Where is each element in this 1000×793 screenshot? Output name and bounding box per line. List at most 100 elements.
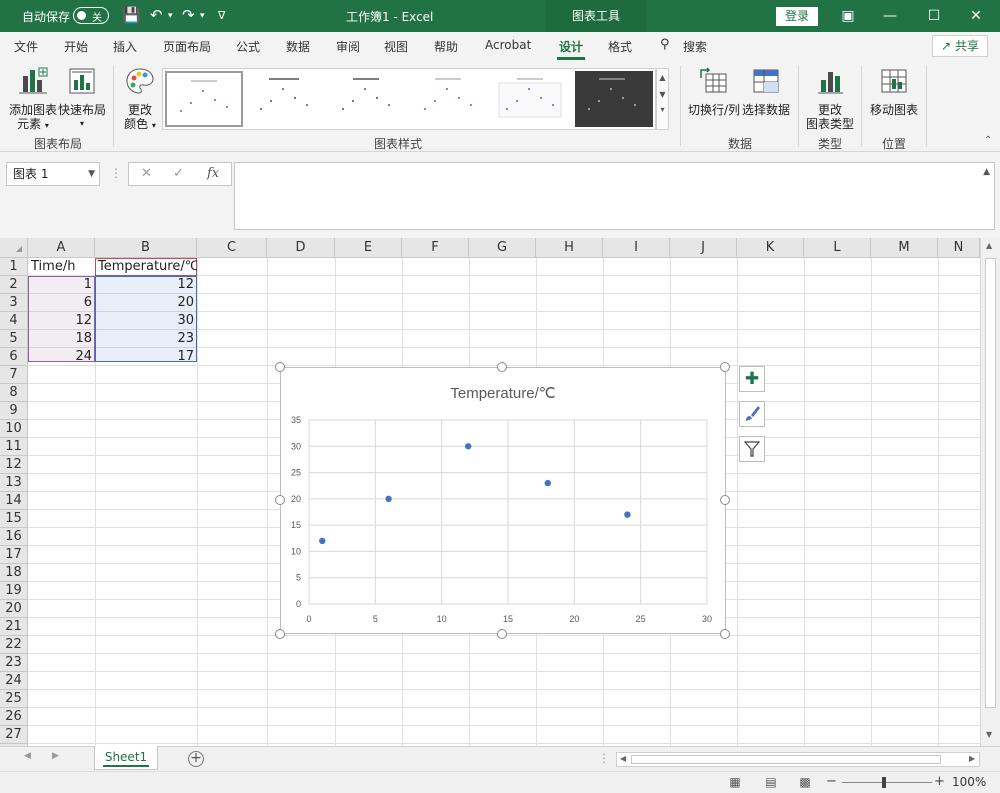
- row-header[interactable]: 15: [0, 510, 28, 528]
- ribbon-display-icon[interactable]: ▣: [836, 4, 860, 28]
- column-header[interactable]: E: [335, 238, 402, 258]
- row-header[interactable]: 7: [0, 366, 28, 384]
- tab-review[interactable]: 审阅: [336, 38, 360, 55]
- column-header[interactable]: D: [267, 238, 335, 258]
- chart-style-thumb[interactable]: [575, 71, 653, 127]
- row-header[interactable]: 1: [0, 258, 28, 276]
- formula-input[interactable]: ▲: [234, 162, 995, 230]
- column-header[interactable]: K: [737, 238, 804, 258]
- cell-b4[interactable]: 30: [95, 312, 197, 330]
- change-chart-type-button[interactable]: 更改 图表类型: [804, 66, 856, 131]
- row-header[interactable]: 18: [0, 564, 28, 582]
- row-header[interactable]: 27: [0, 726, 28, 744]
- row-header[interactable]: 14: [0, 492, 28, 510]
- page-break-view-icon[interactable]: ▩: [794, 775, 816, 791]
- gallery-down-icon[interactable]: ▼: [657, 90, 668, 99]
- save-icon[interactable]: 💾: [122, 6, 141, 24]
- gallery-more-icon[interactable]: ▾: [657, 105, 668, 114]
- tab-design[interactable]: 设计: [556, 38, 586, 60]
- insert-function-icon[interactable]: fx: [207, 166, 219, 181]
- row-header[interactable]: 13: [0, 474, 28, 492]
- minimize-icon[interactable]: —: [878, 4, 902, 28]
- cell-b1[interactable]: Temperature/℃: [95, 258, 197, 276]
- column-header[interactable]: N: [938, 238, 980, 258]
- redo-icon[interactable]: ↷: [182, 6, 195, 24]
- name-box[interactable]: 图表 1 ▼: [6, 162, 100, 186]
- zoom-slider-knob[interactable]: [882, 777, 886, 788]
- cell-b3[interactable]: 20: [95, 294, 197, 312]
- row-header[interactable]: 4: [0, 312, 28, 330]
- horizontal-scrollbar[interactable]: ◀ ▶: [616, 752, 980, 767]
- tab-data[interactable]: 数据: [286, 38, 310, 55]
- tab-formulas[interactable]: 公式: [236, 38, 260, 55]
- row-header[interactable]: 5: [0, 330, 28, 348]
- row-header[interactable]: 2: [0, 276, 28, 294]
- add-sheet-icon[interactable]: +: [188, 751, 204, 767]
- cell-a4[interactable]: 12: [28, 312, 95, 330]
- chart-filters-button[interactable]: [739, 436, 765, 462]
- select-data-button[interactable]: 选择数据: [741, 66, 791, 117]
- chart-style-thumb[interactable]: [329, 71, 407, 127]
- row-header[interactable]: 11: [0, 438, 28, 456]
- search-icon[interactable]: ⚲: [660, 37, 670, 52]
- tab-file[interactable]: 文件: [14, 38, 38, 55]
- next-sheet-icon[interactable]: ▶: [52, 751, 59, 761]
- move-chart-button[interactable]: 移动图表: [868, 66, 920, 117]
- row-header[interactable]: 6: [0, 348, 28, 366]
- cell-a3[interactable]: 6: [28, 294, 95, 312]
- chart-styles-button[interactable]: [739, 401, 765, 427]
- chart-style-thumb[interactable]: [247, 71, 325, 127]
- add-chart-element-button[interactable]: 添加图表 元素 ▾: [8, 66, 58, 133]
- resize-handle-left[interactable]: [275, 495, 285, 505]
- row-header[interactable]: 23: [0, 654, 28, 672]
- column-header[interactable]: B: [95, 238, 197, 258]
- column-header[interactable]: G: [469, 238, 536, 258]
- row-header[interactable]: 3: [0, 294, 28, 312]
- row-header[interactable]: 8: [0, 384, 28, 402]
- zoom-in-icon[interactable]: +: [934, 774, 945, 789]
- resize-handle-bottom[interactable]: [497, 629, 507, 639]
- customize-qat-icon[interactable]: ∇: [218, 9, 225, 22]
- row-header[interactable]: 17: [0, 546, 28, 564]
- zoom-out-icon[interactable]: −: [826, 774, 837, 789]
- change-colors-button[interactable]: 更改 颜色 ▾: [120, 66, 160, 133]
- cell-b6[interactable]: 17: [95, 348, 197, 366]
- row-header[interactable]: 25: [0, 690, 28, 708]
- expand-formula-icon[interactable]: ▲: [983, 167, 990, 177]
- row-header[interactable]: 19: [0, 582, 28, 600]
- row-header[interactable]: 10: [0, 420, 28, 438]
- scroll-right-icon[interactable]: ▶: [969, 754, 975, 763]
- row-header[interactable]: 16: [0, 528, 28, 546]
- resize-handle-bottom-right[interactable]: [720, 629, 730, 639]
- redo-dropdown-icon[interactable]: ▾: [200, 11, 205, 21]
- cell-a5[interactable]: 18: [28, 330, 95, 348]
- chart-elements-button[interactable]: ✚: [739, 366, 765, 392]
- search-label[interactable]: 搜索: [683, 38, 707, 55]
- vertical-scroll-thumb[interactable]: [985, 258, 996, 708]
- row-header[interactable]: 20: [0, 600, 28, 618]
- resize-handle-top-left[interactable]: [275, 362, 285, 372]
- normal-view-icon[interactable]: ▦: [724, 775, 746, 791]
- cell-a2[interactable]: 1: [28, 276, 95, 294]
- row-header[interactable]: 21: [0, 618, 28, 636]
- prev-sheet-icon[interactable]: ◀: [24, 751, 31, 761]
- vertical-scrollbar[interactable]: ▲ ▼: [980, 238, 1000, 746]
- zoom-level[interactable]: 100%: [952, 775, 986, 789]
- login-button[interactable]: 登录: [776, 7, 818, 26]
- horizontal-scroll-thumb[interactable]: [631, 755, 941, 764]
- column-header[interactable]: H: [536, 238, 603, 258]
- zoom-slider[interactable]: [842, 782, 932, 783]
- scroll-down-icon[interactable]: ▼: [986, 730, 992, 739]
- close-icon[interactable]: ✕: [964, 4, 988, 28]
- resize-handle-right[interactable]: [720, 495, 730, 505]
- share-button[interactable]: ↗ 共享: [932, 35, 988, 57]
- cell-b2[interactable]: 12: [95, 276, 197, 294]
- column-header[interactable]: I: [603, 238, 670, 258]
- tab-page-layout[interactable]: 页面布局: [163, 38, 211, 55]
- tab-insert[interactable]: 插入: [113, 38, 137, 55]
- chart-style-thumb[interactable]: [411, 71, 489, 127]
- column-header[interactable]: A: [28, 238, 95, 258]
- column-header[interactable]: C: [197, 238, 267, 258]
- name-box-dropdown-icon[interactable]: ▼: [88, 163, 95, 185]
- quick-layout-button[interactable]: 快速布局 ▾: [58, 66, 106, 131]
